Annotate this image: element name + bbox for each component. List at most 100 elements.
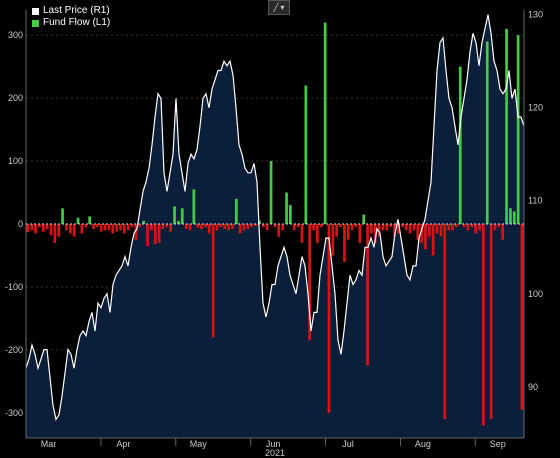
left-tick-label: -200 [5,345,23,355]
fund-flow-bar [335,224,338,237]
fund-flow-bar [447,224,450,231]
right-tick-label: 90 [528,382,538,392]
fund-flow-bar [292,224,296,231]
legend-item-fund-flow[interactable]: Fund Flow (L1) [32,17,110,29]
fund-flow-bar [482,224,485,426]
x-tick-label: Mar [41,439,57,449]
fund-flow-bar [435,224,439,234]
fund-flow-bar [451,224,454,231]
fund-flow-bar [304,85,308,224]
fund-flow-bar [501,224,504,240]
fund-flow-bar [235,198,238,224]
x-tick-label: Aug [415,439,431,449]
fund-flow-bar [404,224,408,231]
fund-flow-bar [57,224,61,237]
left-tick-label: 200 [8,93,23,103]
x-tick-label: Jul [342,439,354,449]
fund-flow-bar [153,224,157,245]
fund-flow-bar [269,161,273,224]
fund-flow-bar [316,224,319,243]
right-tick-label: 130 [528,10,543,20]
fund-flow-bar [169,224,172,232]
x-tick-label: Apr [116,439,130,449]
fund-flow-bar [281,224,284,231]
fund-flow-bar [520,224,524,410]
fund-flow-bar [485,41,489,224]
fund-flow-bar [408,224,412,234]
fund-flow-bar [45,224,49,229]
fund-flow-bar [458,66,462,224]
fund-flow-bar [493,224,497,231]
fund-flow-bar [323,22,327,224]
left-tick-label: 100 [8,156,23,166]
legend-label-fund-flow: Fund Flow (L1) [43,17,111,28]
left-tick-label: 300 [8,30,23,40]
fund-flow-bar [227,224,230,231]
fund-flow-bar [69,224,72,234]
fund-flow-bar [207,224,211,234]
fund-flow-bar [26,224,30,233]
legend: Last Price (R1) Fund Flow (L1) [32,5,110,29]
left-tick-label: -100 [5,282,23,292]
fund-flow-bar [443,224,447,420]
chart-type-button[interactable]: ╱ ▾ [268,0,290,15]
fund-flow-bar [424,224,427,250]
fund-flow-bar [107,224,111,231]
fund-flow-bar [412,224,416,231]
fund-flow-bar [161,224,165,229]
fund-flow-bar [99,224,103,232]
fund-flow-bar [428,224,431,237]
fund-flow-bar [242,224,246,231]
fund-flow-bar [157,224,161,243]
fund-flow-bar [92,224,95,229]
legend-item-last-price[interactable]: Last Price (R1) [32,5,110,17]
chevron-down-icon: ▾ [280,3,285,12]
fund-flow-bar [65,224,68,231]
fund-flow-bar [238,224,242,234]
x-tick-label: May [190,439,208,449]
fund-flow-bar [509,208,512,224]
x-tick-label: Sep [490,439,506,449]
fund-flow-bar [223,224,227,229]
fund-flow-bar [76,217,80,224]
x-year-label: 2021 [265,448,285,458]
fund-flow-bar [34,224,37,234]
fund-flow-bar [88,216,91,224]
fund-flow-bar [115,224,118,232]
fund-flow-bar [123,224,126,234]
fund-flow-bar [103,224,107,231]
fund-flow-bar [173,206,176,224]
fund-flow-bar [72,224,76,237]
fund-flow-bar [61,208,64,224]
fund-flow-bar [478,224,481,231]
fund-flow-bar [265,224,269,231]
chart: 300 200 100 0 -100 -200 -300 130 120 110 100 90 Mar A… [5,10,543,458]
right-tick-label: 100 [528,289,543,299]
fund-flow-bar [146,224,149,246]
fund-flow-bar [150,224,153,231]
fund-flow-bar [30,224,34,231]
fund-flow-bar [370,224,373,234]
fund-flow-bar [505,28,508,225]
fund-flow-bar [474,224,477,234]
legend-swatch-fund-flow [32,19,39,27]
left-tick-label: 0 [18,219,23,229]
fund-flow-bar [215,224,219,231]
fund-flow-bar [180,208,184,224]
fund-flow-bar [439,224,443,237]
fund-flow-bar [231,224,234,229]
fund-flow-bar [346,224,350,240]
right-tick-label: 120 [528,103,543,113]
fund-flow-bar [327,224,331,413]
fund-flow-bar [350,224,354,231]
fund-flow-bar [466,224,470,231]
fund-flow-bar [41,224,45,232]
legend-swatch-last-price [32,7,39,15]
fund-flow-bar [512,211,516,224]
fund-flow-bar [119,224,122,231]
fund-flow-bar [196,224,200,228]
fund-flow-bar [246,224,250,229]
fund-flow-bar [211,224,215,338]
fund-flow-bar [277,224,281,237]
fund-flow-bar [111,224,115,234]
